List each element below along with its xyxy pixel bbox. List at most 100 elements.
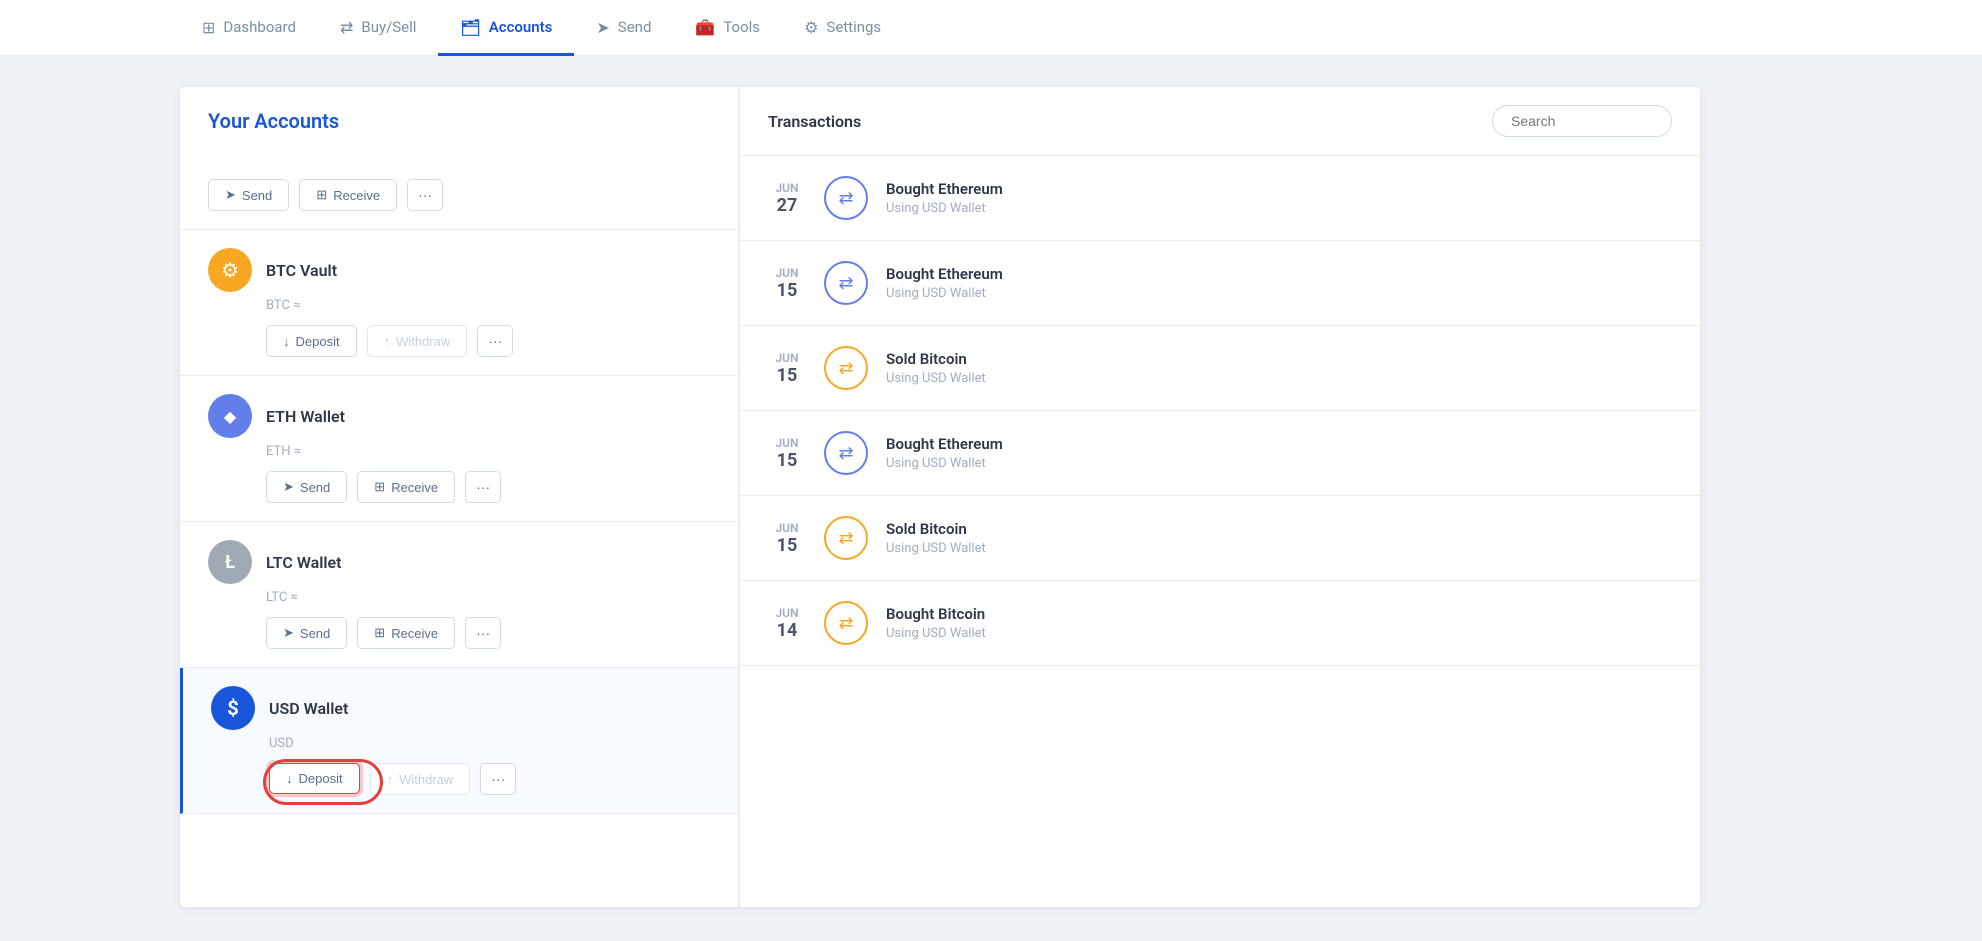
tx-month: JUN <box>768 266 806 280</box>
tools-icon: 🧰 <box>695 18 715 37</box>
btc-account-header: ⚙ BTC Vault <box>208 248 710 292</box>
tx-icon: ⇄ <box>824 346 868 390</box>
btc-icon: ⚙ <box>208 248 252 292</box>
send-icon: ➤ <box>596 18 609 37</box>
tx-title: Sold Bitcoin <box>886 350 1672 368</box>
tx-title: Bought Bitcoin <box>886 605 1672 623</box>
tx-icon: ⇄ <box>824 431 868 475</box>
nav-dashboard[interactable]: ⊞ Dashboard <box>180 1 318 56</box>
eth-name: ETH Wallet <box>266 407 345 426</box>
usd-actions: ↓ Deposit ↑ Withdraw ··· <box>269 763 710 795</box>
usd-deposit-wrapper: ↓ Deposit <box>269 763 360 795</box>
tx-month: JUN <box>768 351 806 365</box>
btc-actions: ↓ Deposit ↑ Withdraw ··· <box>266 325 710 357</box>
transaction-item[interactable]: JUN 15 ⇄ Bought Ethereum Using USD Walle… <box>740 241 1700 326</box>
btc-withdraw-button[interactable]: ↑ Withdraw <box>367 325 468 357</box>
btc-send-button[interactable]: ➤ Send <box>208 179 289 211</box>
btc-withdraw-label: Withdraw <box>396 334 450 349</box>
ltc-send-icon: ➤ <box>283 625 294 641</box>
eth-icon: ◆ <box>208 394 252 438</box>
nav-settings-label: Settings <box>826 18 881 36</box>
eth-send-icon: ➤ <box>283 479 294 495</box>
ltc-send-button[interactable]: ➤ Send <box>266 617 347 649</box>
ltc-receive-button[interactable]: ⊞ Receive <box>357 617 455 649</box>
tx-date: JUN 15 <box>768 351 806 386</box>
transaction-item[interactable]: JUN 27 ⇄ Bought Ethereum Using USD Walle… <box>740 156 1700 241</box>
tx-subtitle: Using USD Wallet <box>886 201 1672 216</box>
usd-deposit-button[interactable]: ↓ Deposit <box>269 763 360 794</box>
eth-send-label: Send <box>300 480 330 495</box>
transactions-panel: Transactions JUN 27 ⇄ Bought Ethereum Us… <box>740 87 1700 907</box>
tx-subtitle: Using USD Wallet <box>886 456 1672 471</box>
tx-icon: ⇄ <box>824 176 868 220</box>
ltc-balance: LTC ≈ <box>266 590 710 605</box>
btc-more-button[interactable]: ··· <box>407 179 443 211</box>
btc-more2-button[interactable]: ··· <box>477 325 513 357</box>
deposit-down-icon: ↓ <box>283 334 290 349</box>
account-item-ltc: Ł LTC Wallet LTC ≈ ➤ Send ⊞ Receive ··· <box>180 522 738 668</box>
search-input[interactable] <box>1492 105 1672 137</box>
tx-day: 15 <box>768 535 806 556</box>
usd-deposit-icon: ↓ <box>286 771 293 786</box>
usd-account-header: $ USD Wallet <box>211 686 710 730</box>
tx-icon: ⇄ <box>824 516 868 560</box>
account-item-btc: ⚙ BTC Vault BTC ≈ ↓ Deposit ↑ Withdraw ·… <box>180 230 738 376</box>
tx-subtitle: Using USD Wallet <box>886 371 1672 386</box>
receive-icon: ⊞ <box>316 187 327 203</box>
tx-month: JUN <box>768 521 806 535</box>
transaction-item[interactable]: JUN 15 ⇄ Sold Bitcoin Using USD Wallet <box>740 326 1700 411</box>
tx-subtitle: Using USD Wallet <box>886 626 1672 641</box>
btc-deposit-button[interactable]: ↓ Deposit <box>266 325 357 357</box>
transaction-item[interactable]: JUN 15 ⇄ Bought Ethereum Using USD Walle… <box>740 411 1700 496</box>
tx-title: Bought Ethereum <box>886 435 1672 453</box>
usd-withdraw-label: Withdraw <box>399 772 453 787</box>
usd-more-button[interactable]: ··· <box>480 763 516 795</box>
eth-more-button[interactable]: ··· <box>465 471 501 503</box>
nav-accounts-label: Accounts <box>489 18 553 36</box>
btc-send-label: Send <box>242 188 272 203</box>
tx-info: Bought Ethereum Using USD Wallet <box>886 265 1672 301</box>
btc-receive-label: Receive <box>333 188 380 203</box>
accounts-title: Your Accounts <box>180 87 738 149</box>
tx-day: 15 <box>768 280 806 301</box>
ltc-receive-icon: ⊞ <box>374 625 385 641</box>
transactions-header: Transactions <box>740 87 1700 156</box>
eth-receive-label: Receive <box>391 480 438 495</box>
eth-receive-button[interactable]: ⊞ Receive <box>357 471 455 503</box>
tx-month: JUN <box>768 606 806 620</box>
tx-date: JUN 15 <box>768 436 806 471</box>
nav-send[interactable]: ➤ Send <box>574 1 673 56</box>
nav-send-label: Send <box>618 18 652 36</box>
eth-send-button[interactable]: ➤ Send <box>266 471 347 503</box>
tx-month: JUN <box>768 181 806 195</box>
tx-title: Bought Ethereum <box>886 265 1672 283</box>
account-item-usd: $ USD Wallet USD ↓ Deposit ↑ Withdraw <box>180 668 738 814</box>
nav-tools[interactable]: 🧰 Tools <box>673 1 782 56</box>
usd-name: USD Wallet <box>269 699 348 718</box>
transaction-item[interactable]: JUN 14 ⇄ Bought Bitcoin Using USD Wallet <box>740 581 1700 666</box>
nav-buysell[interactable]: ⇄ Buy/Sell <box>318 1 438 56</box>
btc-receive-button[interactable]: ⊞ Receive <box>299 179 397 211</box>
transaction-item[interactable]: JUN 15 ⇄ Sold Bitcoin Using USD Wallet <box>740 496 1700 581</box>
tx-title: Sold Bitcoin <box>886 520 1672 538</box>
ltc-icon: Ł <box>208 540 252 584</box>
tx-subtitle: Using USD Wallet <box>886 286 1672 301</box>
tx-month: JUN <box>768 436 806 450</box>
transactions-title: Transactions <box>768 112 861 131</box>
transaction-list: JUN 27 ⇄ Bought Ethereum Using USD Walle… <box>740 156 1700 666</box>
nav-settings[interactable]: ⚙ Settings <box>782 1 903 56</box>
withdraw-up-icon: ↑ <box>384 334 391 349</box>
usd-withdraw-button[interactable]: ↑ Withdraw <box>370 763 471 795</box>
usd-balance: USD <box>269 736 710 751</box>
tx-icon: ⇄ <box>824 261 868 305</box>
tx-date: JUN 27 <box>768 181 806 216</box>
ltc-name: LTC Wallet <box>266 553 342 572</box>
accounts-icon: 🗂 <box>460 18 480 37</box>
account-item-eth: ◆ ETH Wallet ETH ≈ ➤ Send ⊞ Receive ··· <box>180 376 738 522</box>
accounts-panel: Your Accounts ➤ Send ⊞ Receive ··· <box>180 87 1700 907</box>
eth-actions: ➤ Send ⊞ Receive ··· <box>266 471 710 503</box>
nav-accounts[interactable]: 🗂 Accounts <box>438 1 574 56</box>
ltc-more-button[interactable]: ··· <box>465 617 501 649</box>
usd-deposit-label: Deposit <box>299 771 343 786</box>
tx-day: 14 <box>768 620 806 641</box>
